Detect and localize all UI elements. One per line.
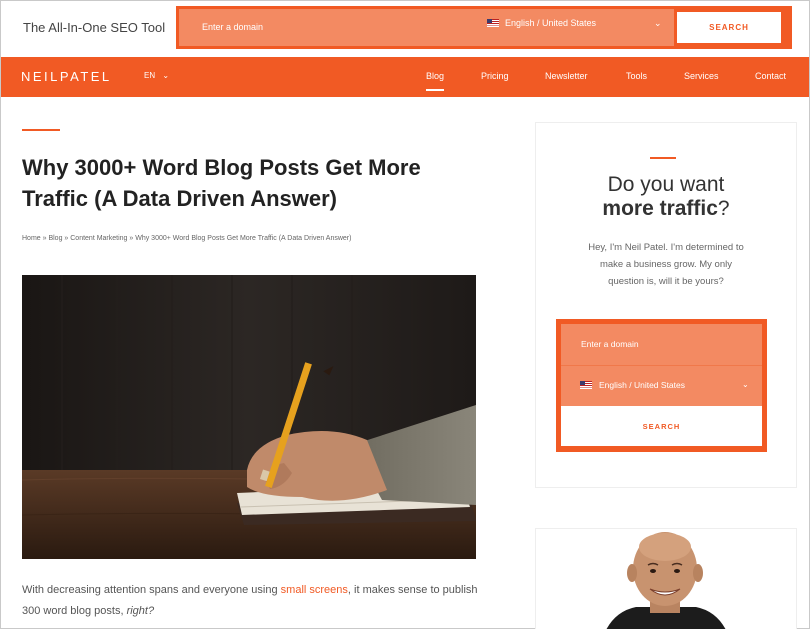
sidebar-language: English / United States <box>580 380 685 390</box>
main-nav: NEILPATEL EN ⌄ Blog Pricing Newsletter T… <box>1 57 809 97</box>
article-title: Why 3000+ Word Blog Posts Get More Traff… <box>22 155 421 211</box>
article-intro: With decreasing attention spans and ever… <box>22 580 492 622</box>
nav-item-blog[interactable]: Blog <box>426 71 445 91</box>
top-language-label: English / United States <box>505 18 597 28</box>
us-flag-icon <box>580 381 592 389</box>
small-screens-link[interactable]: small screens <box>281 584 348 596</box>
sidebar-description: Hey, I'm Neil Patel. I'm determined to m… <box>588 242 744 287</box>
breadcrumb[interactable]: Home » Blog » Content Marketing » Why 30… <box>22 235 351 242</box>
language-code: EN <box>144 71 156 80</box>
nav-item-newsletter[interactable]: Newsletter <box>545 71 588 81</box>
chevron-down-icon: ⌄ <box>742 380 749 389</box>
sidebar-domain-placeholder: Enter a domain <box>581 339 639 349</box>
writing-hand-illustration <box>22 275 476 559</box>
intro-italic: right? <box>126 605 155 617</box>
hero-image <box>22 275 476 559</box>
top-language-select[interactable]: English / United States <box>487 18 596 28</box>
nav-item-contact[interactable]: Contact <box>755 71 786 81</box>
top-search-button[interactable]: SEARCH <box>677 12 781 43</box>
chevron-down-icon: ⌄ <box>162 71 170 80</box>
us-flag-icon <box>487 19 499 27</box>
nav-item-services[interactable]: Services <box>684 71 719 81</box>
nav-item-pricing[interactable]: Pricing <box>481 71 509 81</box>
sidebar-language-label: English / United States <box>599 380 685 390</box>
top-search-input[interactable]: Enter a domain <box>179 9 674 46</box>
top-search-placeholder: Enter a domain <box>202 22 264 32</box>
language-switcher[interactable]: EN ⌄ <box>144 71 169 80</box>
sidebar-question-mark: ? <box>717 197 730 220</box>
tagline: The All-In-One SEO Tool <box>23 20 166 35</box>
sidebar-search-button[interactable]: SEARCH <box>561 406 762 446</box>
sidebar-question-line1: Do you want <box>607 173 725 196</box>
top-search-bar: Enter a domain English / United States ⌄… <box>176 6 792 49</box>
sidebar-question-line2: more traffic? <box>536 197 796 221</box>
nav-item-tools[interactable]: Tools <box>626 71 647 81</box>
author-widget <box>535 528 797 629</box>
sidebar-search-form: Enter a domain English / United States ⌄… <box>556 319 767 452</box>
sidebar-language-select[interactable]: English / United States ⌄ <box>561 365 762 406</box>
sidebar-question-bold: more traffic <box>602 197 718 220</box>
title-accent-line <box>22 129 60 131</box>
site-logo[interactable]: NEILPATEL <box>21 69 112 84</box>
chevron-down-icon[interactable]: ⌄ <box>654 18 662 29</box>
author-photo <box>606 532 726 629</box>
sidebar-domain-input[interactable]: Enter a domain <box>561 324 762 365</box>
sidebar-accent-line <box>650 157 676 159</box>
intro-text-start: With decreasing attention spans and ever… <box>22 584 281 596</box>
